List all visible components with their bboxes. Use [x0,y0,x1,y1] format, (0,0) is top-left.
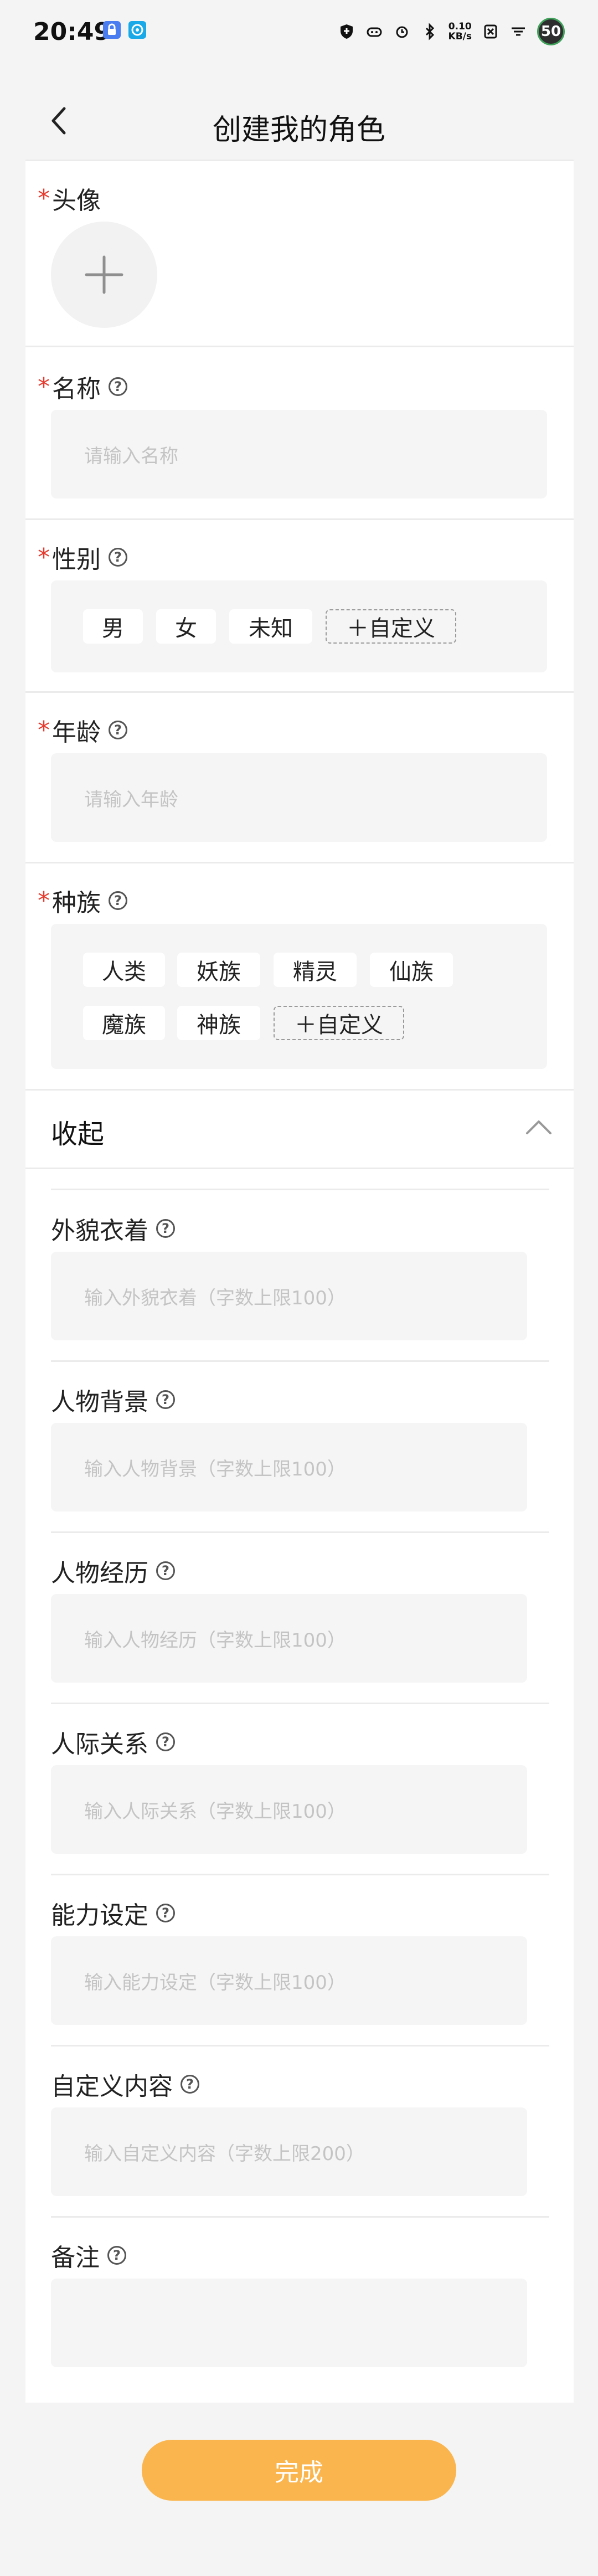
help-icon[interactable]: ? [156,1732,175,1751]
gender-option-male[interactable]: 男 [83,609,143,644]
help-icon[interactable]: ? [109,891,127,910]
gender-custom-button[interactable]: ＋自定义 [326,609,456,644]
race-option-immortal[interactable]: 仙族 [370,953,453,987]
wifi-icon [509,23,527,40]
abilities-label-row: 能力设定? [51,1895,175,1931]
net-speed-unit: KB/s [448,31,472,42]
custom-content-input[interactable]: 输入自定义内容（字数上限200） [51,2107,527,2196]
net-speed-value: 0.10 [448,21,472,32]
notes-label: 备注 [51,2244,100,2272]
race-label: 种族 [52,889,101,917]
lock-app-icon [103,21,121,39]
experience-label-row: 人物经历? [51,1553,175,1588]
age-label: 年龄 [52,718,101,747]
gender-options-panel: 男 女 未知 ＋自定义 [51,580,547,672]
assistant-app-icon [128,21,146,39]
page-header: 创建我的角色 [0,64,598,160]
notes-input[interactable] [51,2279,527,2367]
name-label: 名称 [52,375,101,403]
help-icon[interactable]: ? [109,548,127,567]
race-option-human[interactable]: 人类 [83,953,165,987]
bluetooth-icon [421,23,439,40]
avatar-label-row: * 头像 [38,181,101,216]
help-icon[interactable]: ? [109,721,127,739]
relationships-label-row: 人际关系? [51,1724,175,1760]
required-mark: * [38,543,50,572]
divider [25,1089,574,1091]
help-icon[interactable]: ? [107,2246,126,2265]
divider [25,160,574,161]
background-label: 人物背景 [51,1388,148,1416]
race-option-demon[interactable]: 妖族 [177,953,260,987]
race-option-devil[interactable]: 魔族 [83,1006,165,1040]
shield-icon [338,23,355,40]
divider [51,2216,549,2218]
notes-label-row: 备注? [51,2238,126,2273]
battery-indicator: 50 [537,18,565,45]
help-icon[interactable]: ? [181,2075,199,2094]
collapse-label[interactable]: 收起 [51,1112,104,1151]
age-label-row: * 年龄 ? [38,712,127,748]
custom-content-label: 自定义内容 [51,2073,173,2101]
page-title: 创建我的角色 [212,114,385,147]
divider [51,2045,549,2047]
experience-label: 人物经历 [51,1559,148,1587]
chevron-up-icon[interactable] [525,1119,553,1135]
gender-option-female[interactable]: 女 [156,609,216,644]
help-icon[interactable]: ? [109,377,127,396]
gender-label: 性别 [52,546,101,574]
relationships-input[interactable]: 输入人际关系（字数上限100） [51,1765,527,1854]
divider [25,862,574,863]
status-bar: 20:49 0.10 KB/s 50 [0,0,598,64]
age-input[interactable]: 请输入年龄 [51,753,547,842]
race-options-panel: 人类 妖族 精灵 仙族 魔族 神族 ＋自定义 [51,924,547,1069]
done-button[interactable]: 完成 [142,2440,456,2501]
divider [25,691,574,693]
status-time: 20:49 [33,18,111,46]
appearance-label: 外貌衣着 [51,1217,148,1245]
relationships-label: 人际关系 [51,1730,148,1759]
help-icon[interactable]: ? [156,1390,175,1409]
name-label-row: * 名称 ? [38,369,127,404]
gender-option-unknown[interactable]: 未知 [229,609,312,644]
divider [25,1168,574,1169]
custom-content-label-row: 自定义内容? [51,2066,199,2102]
abilities-input[interactable]: 输入能力设定（字数上限100） [51,1936,527,2025]
plus-icon [85,255,123,294]
abilities-label: 能力设定 [51,1901,148,1930]
help-icon[interactable]: ? [156,1904,175,1922]
help-icon[interactable]: ? [156,1561,175,1580]
appearance-label-row: 外貌衣着? [51,1211,175,1246]
network-speed: 0.10 KB/s [448,22,472,42]
required-mark: * [38,716,50,744]
race-option-god[interactable]: 神族 [177,1006,260,1040]
appearance-input[interactable]: 输入外貌衣着（字数上限100） [51,1252,527,1340]
experience-input[interactable]: 输入人物经历（字数上限100） [51,1594,527,1683]
background-label-row: 人物背景? [51,1382,175,1417]
required-mark: * [38,372,50,401]
race-label-row: * 种族 ? [38,883,127,918]
name-input[interactable]: 请输入名称 [51,410,547,498]
divider [25,346,574,347]
avatar-upload-button[interactable] [51,222,157,328]
no-sim-icon [482,23,499,40]
race-option-elf[interactable]: 精灵 [274,953,357,987]
status-indicators: 0.10 KB/s 50 [338,18,565,45]
divider [51,1189,549,1190]
divider [51,1703,549,1704]
background-input[interactable]: 输入人物背景（字数上限100） [51,1423,527,1511]
gender-label-row: * 性别 ? [38,539,127,575]
avatar-label: 头像 [52,187,101,215]
divider [51,1874,549,1875]
divider [25,518,574,520]
divider [51,1531,549,1533]
divider [51,1360,549,1362]
race-custom-button[interactable]: ＋自定义 [274,1006,404,1040]
required-mark: * [38,184,50,213]
game-icon [365,23,383,40]
alarm-icon [393,23,411,40]
help-icon[interactable]: ? [156,1219,175,1238]
required-mark: * [38,886,50,915]
